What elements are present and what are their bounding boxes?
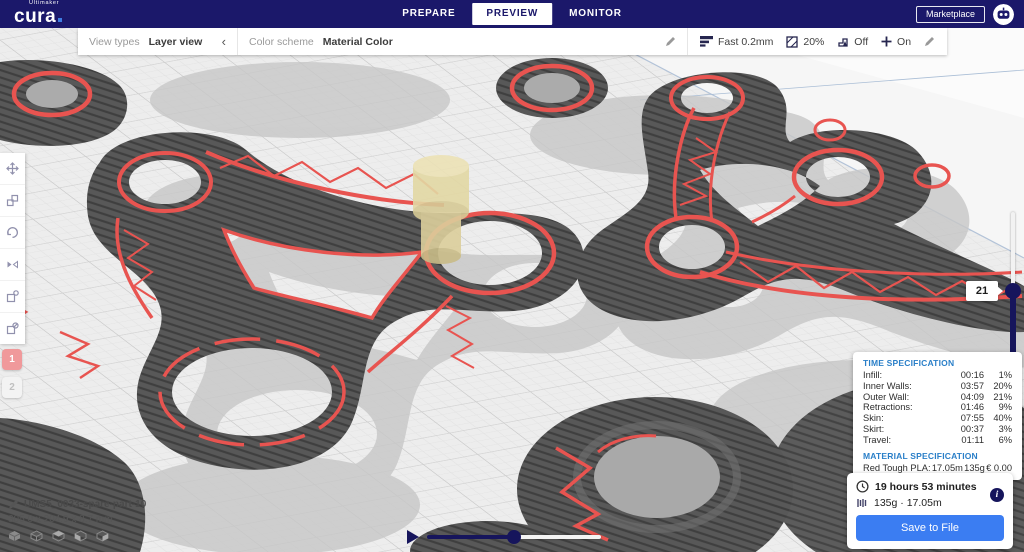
layer-slider-track[interactable] [1011, 212, 1015, 292]
sliced-model-top-lobe[interactable] [496, 58, 608, 118]
layer-slider-top-handle[interactable] [1005, 283, 1021, 299]
print-duration: 19 hours 53 minutes [875, 481, 977, 493]
time-row-travel: Travel: 01:11 6% [863, 435, 1012, 446]
color-scheme-dropdown[interactable]: Color scheme Material Color [238, 28, 688, 55]
play-button[interactable] [407, 530, 419, 544]
edit-color-scheme-icon[interactable] [665, 36, 676, 47]
time-row-outer-wall: Outer Wall: 04:09 21% [863, 392, 1012, 403]
object-info: UMS5_0033-spare-part-10 305.0 x 204.9 x … [8, 499, 146, 542]
move-tool-button[interactable] [0, 153, 25, 185]
profile-value: Fast 0.2mm [718, 36, 773, 48]
time-row-skirt: Skirt: 00:37 3% [863, 424, 1012, 435]
extruder-1-badge[interactable]: 1 [2, 349, 22, 370]
view-right-icon[interactable] [96, 530, 109, 542]
marketplace-button[interactable]: Marketplace [916, 6, 985, 23]
time-row-skin: Skin: 07:55 40% [863, 413, 1012, 424]
clock-icon [856, 480, 869, 493]
save-to-file-button[interactable]: Save to File [856, 515, 1004, 541]
view-left-icon[interactable] [74, 530, 87, 542]
object-name: UMS5_0033-spare-part-10 [24, 499, 146, 510]
time-specification-panel: TIME SPECIFICATION Infill: 00:16 1% Inne… [853, 352, 1022, 480]
scale-icon [6, 194, 19, 207]
material-weight: 135g [964, 463, 985, 473]
view-3d-icon[interactable] [8, 530, 21, 542]
material-usage: 135g · 17.05m [874, 497, 942, 509]
extruder-badges: 1 2 [2, 349, 22, 398]
time-row-inner-walls: Inner Walls: 03:57 20% [863, 381, 1012, 392]
per-model-settings-button[interactable] [0, 281, 25, 313]
time-row-retractions: Retractions: 01:46 9% [863, 402, 1012, 413]
material-cost: € 0.00 [986, 463, 1012, 473]
topbar: Ultimaker cura PREPARE PREVIEW MONITOR M… [0, 0, 1024, 28]
material-spec-title: MATERIAL SPECIFICATION [863, 451, 1012, 461]
scale-tool-button[interactable] [0, 185, 25, 217]
move-icon [6, 162, 19, 175]
print-settings-panel[interactable]: Fast 0.2mm 20% Off On [688, 28, 947, 55]
rename-pencil-icon[interactable] [8, 499, 19, 510]
logo-dot [58, 18, 62, 22]
material-spool-icon [856, 497, 868, 509]
camera-view-buttons [8, 530, 146, 542]
mirror-icon [6, 258, 19, 271]
material-name: Red Tough PLA: [863, 463, 931, 473]
edit-print-settings-icon[interactable] [924, 36, 935, 47]
material-usage-row: 135g · 17.05m [856, 497, 1004, 509]
topbar-right: Marketplace [916, 0, 1014, 28]
infill-icon [786, 36, 798, 48]
tab-monitor[interactable]: MONITOR [552, 0, 639, 28]
view-types-dropdown[interactable]: View types Layer view ‹ [78, 28, 238, 55]
tab-prepare[interactable]: PREPARE [385, 0, 472, 28]
brand-cura: cura [14, 6, 56, 27]
per-model-settings-icon [6, 290, 19, 303]
collapse-chevron-icon[interactable]: ‹ [222, 34, 226, 49]
sim-slider-handle[interactable] [507, 530, 521, 544]
infill-value: 20% [803, 36, 824, 48]
support-setting[interactable]: Off [837, 36, 868, 48]
account-avatar[interactable] [993, 4, 1014, 25]
profile-setting[interactable]: Fast 0.2mm [700, 36, 773, 48]
material-spec-row: Red Tough PLA: 17.05m 135g € 0.00 [863, 463, 1012, 473]
rotate-icon [6, 226, 19, 239]
color-scheme-label: Color scheme [249, 36, 314, 48]
job-info-icon[interactable]: i [990, 488, 1004, 502]
app-logo: Ultimaker cura [14, 1, 62, 26]
support-blocker-icon [6, 322, 19, 335]
support-blocker-button[interactable] [0, 313, 25, 344]
stage-tabs: PREPARE PREVIEW MONITOR [385, 0, 639, 28]
view-types-value: Layer view [149, 36, 203, 48]
view-front-icon[interactable] [30, 530, 43, 542]
prime-tower[interactable] [413, 155, 469, 264]
mirror-tool-button[interactable] [0, 249, 25, 281]
support-icon [837, 36, 849, 48]
robot-avatar-icon [993, 4, 1014, 25]
adhesion-setting[interactable]: On [881, 36, 911, 48]
infill-setting[interactable]: 20% [786, 36, 824, 48]
color-scheme-value: Material Color [323, 36, 393, 48]
object-dimensions: 305.0 x 204.9 x 8.7 mm [8, 514, 146, 525]
object-name-row: UMS5_0033-spare-part-10 [8, 499, 146, 510]
layer-height-icon [700, 36, 713, 47]
rotate-tool-button[interactable] [0, 217, 25, 249]
adhesion-icon [881, 36, 892, 47]
support-value: Off [854, 36, 868, 48]
view-toolbar: View types Layer view ‹ Color scheme Mat… [78, 28, 947, 55]
sim-slider-elapsed[interactable] [427, 535, 515, 539]
view-types-label: View types [89, 36, 140, 48]
time-spec-title: TIME SPECIFICATION [863, 358, 1012, 368]
print-job-card: 19 hours 53 minutes i 135g · 17.05m Save… [847, 473, 1013, 549]
extruder-2-badge[interactable]: 2 [2, 377, 22, 398]
cura-app-window: Ultimaker cura PREPARE PREVIEW MONITOR M… [0, 0, 1024, 552]
tab-preview[interactable]: PREVIEW [472, 3, 552, 25]
left-toolbar [0, 153, 25, 344]
current-layer-flag: 21 [966, 281, 998, 301]
sim-slider-remaining[interactable] [515, 535, 601, 539]
print-duration-row: 19 hours 53 minutes [856, 480, 1004, 493]
material-length: 17.05m [932, 463, 963, 473]
adhesion-value: On [897, 36, 911, 48]
time-row-infill: Infill: 00:16 1% [863, 370, 1012, 381]
view-top-icon[interactable] [52, 530, 65, 542]
